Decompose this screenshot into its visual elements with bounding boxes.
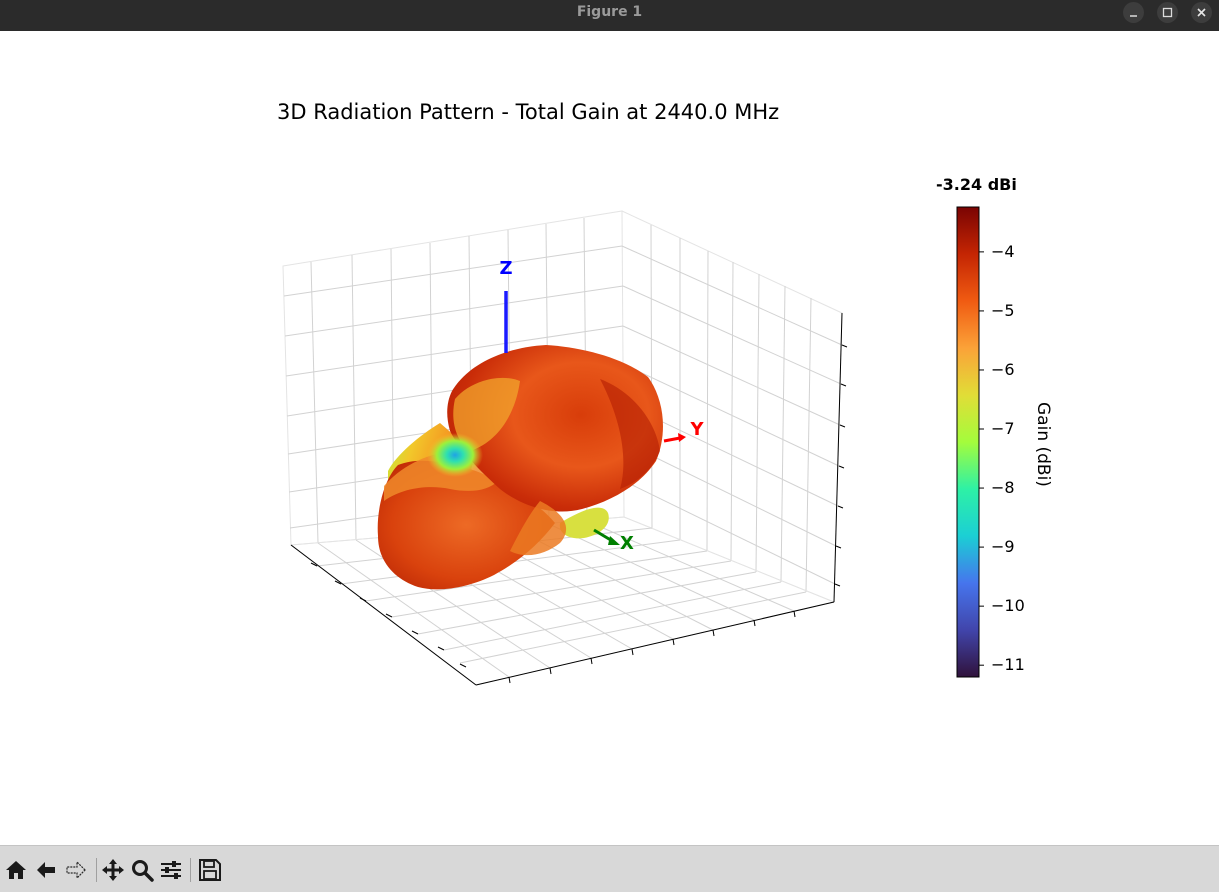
x-axis-label: X bbox=[620, 533, 634, 554]
navigation-toolbar bbox=[0, 845, 1219, 892]
home-button[interactable] bbox=[3, 857, 29, 883]
configure-subplots-icon bbox=[161, 861, 181, 879]
colorbar-tick-label: −8 bbox=[991, 478, 1015, 498]
colorbar-tick-label: −11 bbox=[991, 655, 1025, 675]
colorbar-tick-label: −7 bbox=[991, 419, 1015, 438]
toolbar-separator bbox=[96, 858, 97, 882]
pan-icon bbox=[102, 859, 124, 881]
colorbar-title: -3.24 dBi bbox=[936, 175, 1017, 194]
toolbar-separator bbox=[190, 858, 191, 882]
colorbar-label: Gain (dBi) bbox=[1033, 402, 1053, 487]
home-icon bbox=[6, 861, 26, 879]
save-button[interactable] bbox=[197, 857, 223, 883]
minimize-icon bbox=[1130, 15, 1137, 17]
configure-subplots-button[interactable] bbox=[158, 857, 184, 883]
window-titlebar: Figure 1 bbox=[0, 0, 1219, 32]
maximize-icon bbox=[1162, 7, 1173, 18]
colorbar-tick-label: −6 bbox=[991, 359, 1015, 379]
pan-button[interactable] bbox=[100, 857, 126, 883]
zoom-icon bbox=[132, 860, 154, 882]
back-icon bbox=[37, 862, 55, 878]
window-title: Figure 1 bbox=[576, 4, 643, 20]
colorbar-tick-label: −4 bbox=[991, 241, 1015, 261]
colorbar-tick-label: −5 bbox=[991, 300, 1015, 320]
maximize-button[interactable] bbox=[1157, 2, 1178, 23]
close-button[interactable] bbox=[1191, 2, 1212, 23]
forward-icon bbox=[66, 860, 86, 880]
colorbar-tick-label: −9 bbox=[991, 537, 1015, 557]
y-axis-label: Y bbox=[689, 419, 704, 440]
figure-canvas[interactable]: 3D Radiation Pattern - Total Gain at 244… bbox=[0, 31, 1219, 845]
save-icon bbox=[199, 859, 221, 881]
minimize-button[interactable] bbox=[1123, 2, 1144, 23]
colorbar-tick-label: −10 bbox=[991, 596, 1025, 616]
forward-button[interactable] bbox=[63, 857, 89, 883]
zoom-button[interactable] bbox=[129, 857, 155, 883]
close-icon bbox=[1197, 8, 1206, 17]
z-axis-label: Z bbox=[499, 258, 512, 279]
back-button[interactable] bbox=[33, 857, 59, 883]
colorbar bbox=[956, 206, 980, 678]
colorbar-ticks bbox=[979, 251, 984, 666]
